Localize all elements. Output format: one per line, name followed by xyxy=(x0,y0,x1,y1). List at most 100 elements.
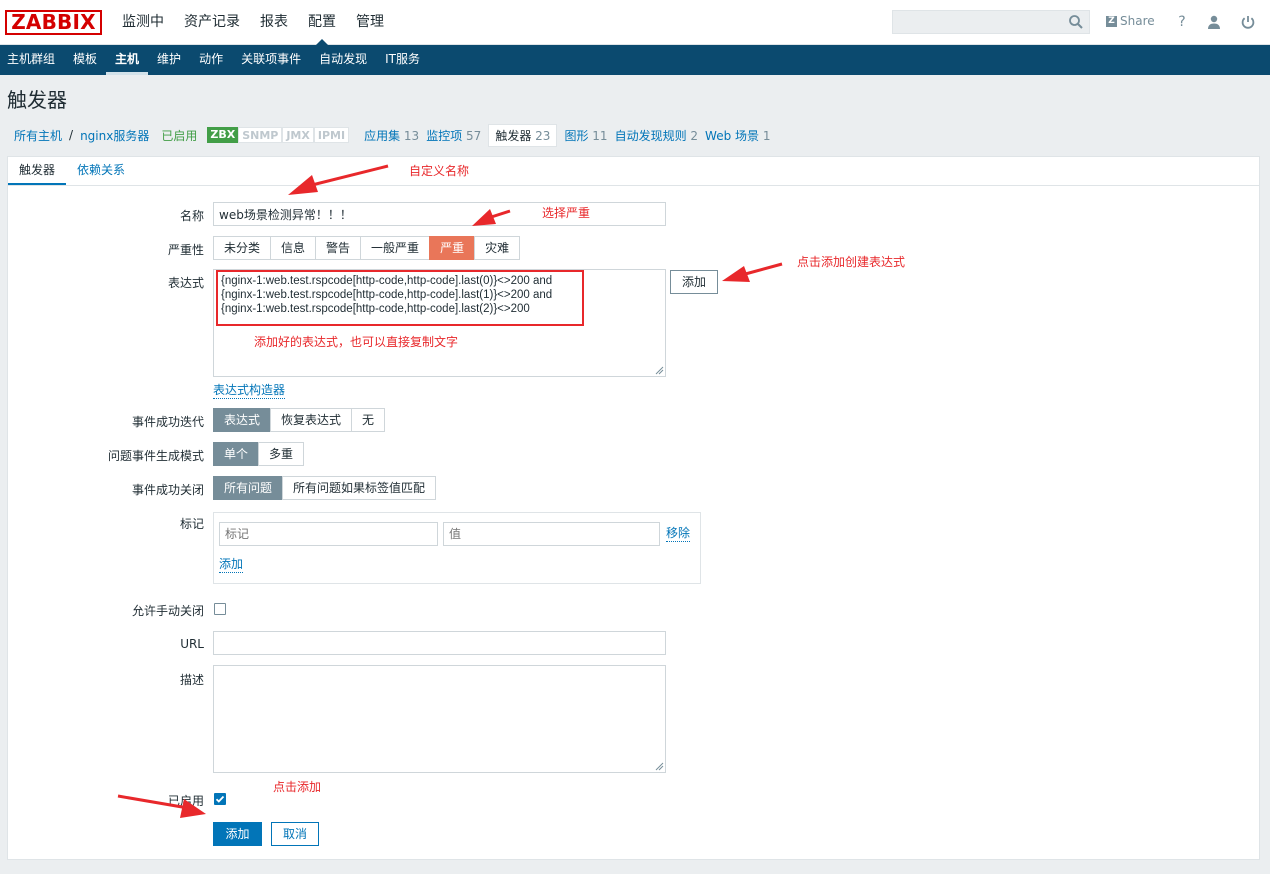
gen-mode-multiple[interactable]: 多重 xyxy=(258,442,305,466)
ipmi-badge: IPMI xyxy=(313,127,350,143)
tags-table: 移除 添加 xyxy=(213,512,701,584)
tag-add-link[interactable]: 添加 xyxy=(219,557,244,573)
gen-mode-single[interactable]: 单个 xyxy=(213,442,260,466)
sign-out-icon[interactable] xyxy=(1240,14,1256,30)
crumb-web-scenarios[interactable]: Web 场景 1 xyxy=(705,127,770,144)
severity-not-classified[interactable]: 未分类 xyxy=(213,236,272,260)
tag-remove-link[interactable]: 移除 xyxy=(666,526,691,542)
severity-information[interactable]: 信息 xyxy=(270,236,317,260)
expression-line: {nginx-1:web.test.rspcode[http-code,http… xyxy=(221,275,553,287)
ok-event-selector: 表达式 恢复表达式 无 xyxy=(213,408,386,432)
tab-dependencies[interactable]: 依赖关系 xyxy=(66,157,136,185)
ok-event-recovery-expression[interactable]: 恢复表达式 xyxy=(270,408,353,432)
severity-high[interactable]: 严重 xyxy=(429,236,476,260)
crumb-host[interactable]: nginx服务器 xyxy=(80,127,149,144)
gen-mode-selector: 单个 多重 xyxy=(213,442,305,466)
manual-close-checkbox[interactable] xyxy=(214,603,226,615)
crumb-all-hosts[interactable]: 所有主机 xyxy=(14,127,62,144)
url-input[interactable] xyxy=(213,631,666,655)
ok-event-expression[interactable]: 表达式 xyxy=(213,408,272,432)
subnav-templates[interactable]: 模板 xyxy=(64,45,106,75)
annotation-custom-name: 自定义名称 xyxy=(409,164,470,178)
breadcrumb: 所有主机 / nginx服务器 已启用 ZBX SNMP JMX IPMI 应用… xyxy=(0,123,1270,147)
host-status-enabled[interactable]: 已启用 xyxy=(161,127,197,144)
subnav-maintenance[interactable]: 维护 xyxy=(148,45,190,75)
topnav-administration[interactable]: 管理 xyxy=(346,0,394,45)
checkmark-icon xyxy=(215,795,225,803)
help-icon[interactable]: ? xyxy=(1174,14,1190,30)
name-input[interactable] xyxy=(213,202,666,226)
expression-label: 表达式 xyxy=(167,276,204,290)
form-tabs: 触发器 依赖关系 xyxy=(8,157,1259,186)
description-textarea[interactable] xyxy=(213,665,666,773)
annotation-click-add: 点击添加 xyxy=(273,780,322,794)
severity-label: 严重性 xyxy=(167,243,204,257)
page-title: 触发器 xyxy=(7,88,67,112)
subnav-hosts[interactable]: 主机 xyxy=(106,45,149,75)
search-icon[interactable] xyxy=(1068,14,1084,30)
zbx-badge: ZBX xyxy=(207,127,239,143)
expression-line: {nginx-1:web.test.rspcode[http-code,http… xyxy=(221,289,553,301)
expression-builder-link[interactable]: 表达式构造器 xyxy=(213,383,286,399)
global-search xyxy=(892,10,1090,34)
subnav-host-groups[interactable]: 主机群组 xyxy=(0,45,64,75)
topnav-configuration[interactable]: 配置 xyxy=(298,0,346,45)
expression-highlight-box: {nginx-1:web.test.rspcode[http-code,http… xyxy=(216,270,584,326)
cancel-button[interactable]: 取消 xyxy=(271,822,319,846)
tag-value-input[interactable] xyxy=(443,522,660,546)
manual-close-label: 允许手动关闭 xyxy=(131,604,204,618)
ok-close-all[interactable]: 所有问题 xyxy=(213,476,284,500)
expression-add-button[interactable]: 添加 xyxy=(670,270,718,294)
url-label: URL xyxy=(180,637,204,651)
severity-selector: 未分类 信息 警告 一般严重 严重 灾难 xyxy=(213,236,521,260)
zabbix-logo[interactable]: ZABBIX xyxy=(5,10,102,35)
crumb-items[interactable]: 监控项 57 xyxy=(426,127,481,144)
annotation-expr-note: 添加好的表达式，也可以直接复制文字 xyxy=(254,335,459,349)
top-bar: ZABBIX 监测中 资产记录 报表 配置 管理 Z Share ? xyxy=(0,0,1270,45)
crumb-graphs[interactable]: 图形 11 xyxy=(564,127,607,144)
expression-line: {nginx-1:web.test.rspcode[http-code,http… xyxy=(221,303,530,315)
subnav-correlation[interactable]: 关联项事件 xyxy=(232,45,310,75)
ok-close-tag-match[interactable]: 所有问题如果标签值匹配 xyxy=(282,476,437,500)
subnav-it-services[interactable]: IT服务 xyxy=(376,45,429,75)
severity-disaster[interactable]: 灾难 xyxy=(474,236,521,260)
crumb-applications[interactable]: 应用集 13 xyxy=(364,127,419,144)
gen-mode-label: 问题事件生成模式 xyxy=(107,449,204,463)
top-nav: 监测中 资产记录 报表 配置 管理 xyxy=(112,0,394,45)
ok-event-label: 事件成功迭代 xyxy=(131,415,204,429)
topnav-reports[interactable]: 报表 xyxy=(250,0,298,45)
tag-name-input[interactable] xyxy=(219,522,438,546)
ok-close-label: 事件成功关闭 xyxy=(131,483,204,497)
resize-grip-icon[interactable] xyxy=(655,762,664,771)
jmx-badge: JMX xyxy=(282,127,314,143)
user-profile-icon[interactable] xyxy=(1206,14,1222,30)
annotation-click-add-expr: 点击添加创建表达式 xyxy=(797,255,906,269)
description-label: 描述 xyxy=(179,673,204,687)
annotation-choose-severity: 选择严重 xyxy=(542,206,591,220)
subnav-discovery[interactable]: 自动发现 xyxy=(310,45,376,75)
crumb-separator: / xyxy=(69,128,74,142)
config-subnav: 主机群组 模板 主机 维护 动作 关联项事件 自动发现 IT服务 xyxy=(0,45,1270,75)
share-button[interactable]: Z Share xyxy=(1106,14,1155,28)
name-label: 名称 xyxy=(179,209,204,223)
resize-grip-icon[interactable] xyxy=(655,366,664,375)
expression-textarea[interactable]: {nginx-1:web.test.rspcode[http-code,http… xyxy=(213,269,666,377)
severity-average[interactable]: 一般严重 xyxy=(360,236,431,260)
subnav-actions[interactable]: 动作 xyxy=(190,45,232,75)
share-label: Share xyxy=(1120,14,1155,28)
ok-close-selector: 所有问题 所有问题如果标签值匹配 xyxy=(213,476,437,500)
ok-event-none[interactable]: 无 xyxy=(351,408,386,432)
submit-add-button[interactable]: 添加 xyxy=(213,822,262,846)
tab-trigger[interactable]: 触发器 xyxy=(8,157,67,185)
topnav-inventory[interactable]: 资产记录 xyxy=(174,0,250,45)
crumb-discovery-rules[interactable]: 自动发现规则 2 xyxy=(615,127,698,144)
trigger-form-panel: 触发器 依赖关系 名称 严重性 未分类 信息 警告 一般严重 严重 灾难 表达式… xyxy=(7,156,1260,860)
topnav-monitoring[interactable]: 监测中 xyxy=(112,0,174,45)
tags-label: 标记 xyxy=(179,517,204,531)
zabbix-share-icon: Z xyxy=(1106,15,1117,27)
snmp-badge: SNMP xyxy=(238,127,283,143)
severity-warning[interactable]: 警告 xyxy=(315,236,362,260)
crumb-triggers[interactable]: 触发器 23 xyxy=(488,123,558,147)
enabled-checkbox[interactable] xyxy=(214,793,226,805)
search-input[interactable] xyxy=(893,11,1063,33)
